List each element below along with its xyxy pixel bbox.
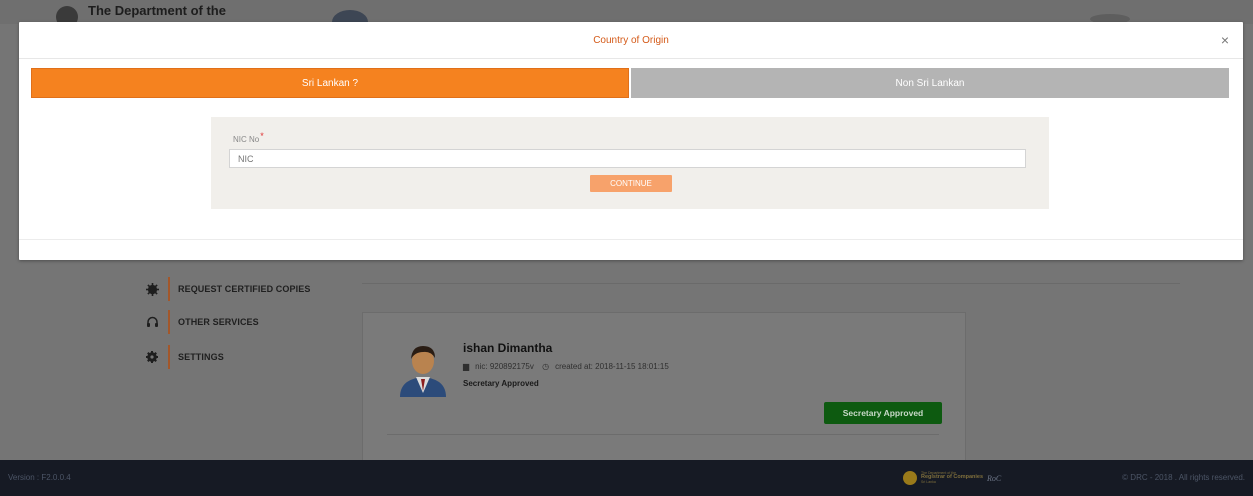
sidebar-item-request-certified-copies[interactable]: REQUEST CERTIFIED COPIES bbox=[145, 275, 310, 303]
version-text: Version : F2.0.0.4 bbox=[8, 473, 71, 482]
roc-logo-text: RoC bbox=[987, 473, 1002, 483]
clock-icon: ◷ bbox=[542, 362, 550, 371]
section-divider bbox=[362, 283, 1180, 284]
modal-footer-divider bbox=[19, 239, 1243, 240]
nic-input[interactable] bbox=[229, 149, 1026, 168]
created-at: created at: 2018-11-15 18:01:15 bbox=[555, 362, 669, 371]
modal-title: Country of Origin bbox=[593, 35, 669, 46]
sidebar-item-label: OTHER SERVICES bbox=[178, 317, 259, 327]
close-icon[interactable]: × bbox=[1217, 32, 1233, 48]
avatar bbox=[398, 341, 448, 397]
director-meta: ▆ nic: 920892175v ◷ created at: 2018-11-15… bbox=[463, 362, 675, 371]
site-header: The Department of the bbox=[0, 0, 1253, 34]
seal-icon bbox=[903, 471, 917, 485]
menu-accent-bar bbox=[168, 345, 170, 369]
nic-field-label: NIC No* bbox=[233, 131, 264, 144]
id-card-icon: ▆ bbox=[463, 362, 470, 371]
modal-header: Country of Origin × bbox=[19, 22, 1243, 59]
department-name: The Department of the bbox=[88, 3, 226, 18]
director-name: ishan Dimantha bbox=[463, 341, 553, 355]
gear-badge-icon bbox=[145, 282, 159, 296]
tab-non-sri-lankan[interactable]: Non Sri Lankan bbox=[631, 68, 1229, 98]
menu-accent-bar bbox=[168, 277, 170, 301]
card-divider bbox=[387, 434, 939, 435]
sidebar-item-label: SETTINGS bbox=[178, 352, 224, 362]
sidebar-item-label: REQUEST CERTIFIED COPIES bbox=[178, 284, 311, 294]
country-of-origin-modal: Country of Origin × Sri Lankan ? Non Sri… bbox=[19, 22, 1243, 260]
sidebar-item-other-services[interactable]: OTHER SERVICES bbox=[145, 308, 259, 336]
page-footer: Version : F2.0.0.4 The Department of the… bbox=[0, 460, 1253, 496]
director-card: ishan Dimantha ▆ nic: 920892175v ◷ created… bbox=[362, 312, 966, 462]
secretary-approved-button[interactable]: Secretary Approved bbox=[824, 402, 942, 424]
gear-icon bbox=[145, 350, 159, 364]
copyright-text: © DRC - 2018 . All rights reserved. bbox=[1122, 473, 1245, 482]
menu-accent-bar bbox=[168, 310, 170, 334]
status-text: Secretary Approved bbox=[463, 379, 539, 388]
registrar-logo: The Department of the Registrar of Compa… bbox=[903, 466, 1043, 490]
tab-sri-lankan[interactable]: Sri Lankan ? bbox=[31, 68, 629, 98]
nic-form: NIC No* CONTINUE bbox=[211, 117, 1049, 209]
sidebar-item-settings[interactable]: SETTINGS bbox=[145, 343, 224, 371]
nic-value: nic: 920892175v bbox=[475, 362, 534, 371]
required-mark: * bbox=[260, 131, 264, 141]
continue-button[interactable]: CONTINUE bbox=[590, 175, 672, 192]
headset-icon bbox=[145, 315, 159, 329]
